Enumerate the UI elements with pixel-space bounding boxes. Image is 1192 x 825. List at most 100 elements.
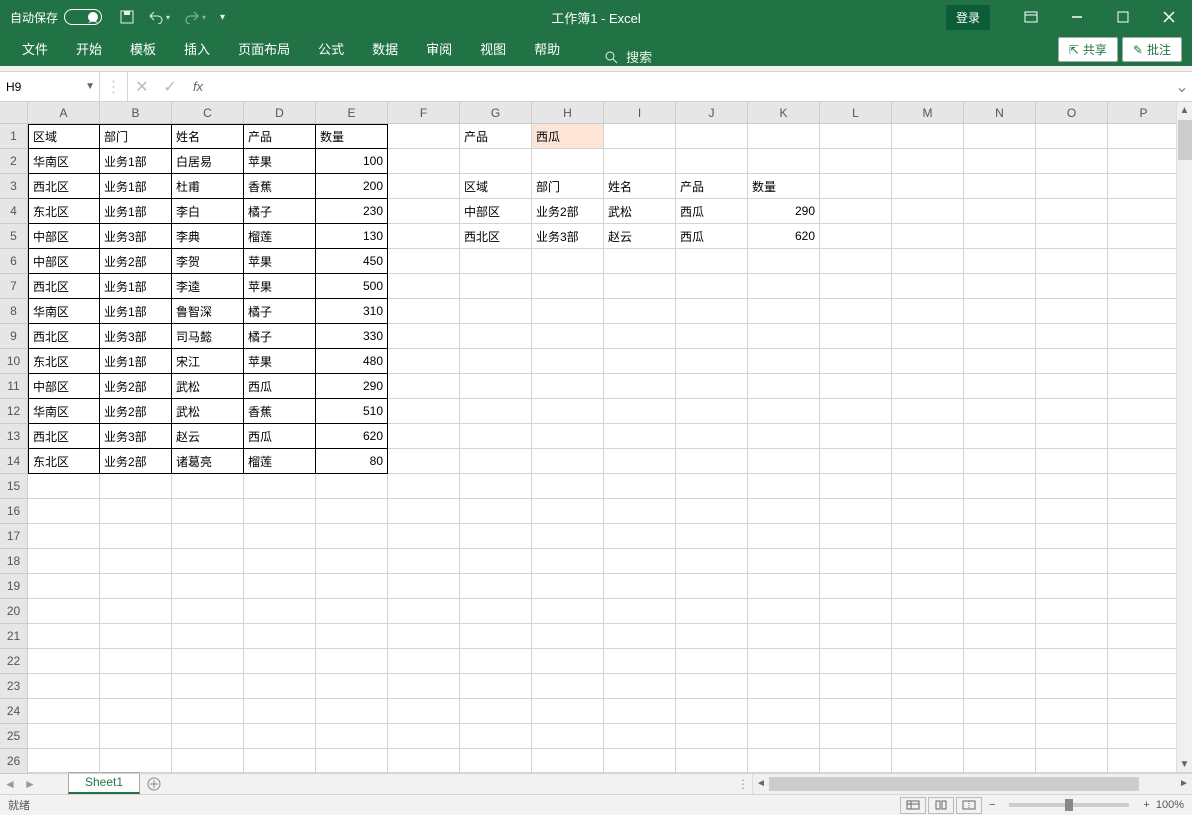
cell-A7[interactable]: 西北区 [28, 274, 100, 299]
redo-button[interactable]: ▾ [184, 10, 206, 24]
sheet-nav-next[interactable]: ► [20, 773, 40, 794]
cell-L20[interactable] [820, 599, 892, 624]
row-header-5[interactable]: 5 [0, 224, 27, 249]
column-headers[interactable]: ABCDEFGHIJKLMNOPQ [28, 102, 1192, 124]
cell-P23[interactable] [1108, 674, 1180, 699]
cell-B10[interactable]: 业务1部 [100, 349, 172, 374]
cell-P1[interactable] [1108, 124, 1180, 149]
cell-K26[interactable] [748, 749, 820, 774]
share-button[interactable]: ⇱共享 [1058, 37, 1118, 62]
cell-E25[interactable] [316, 724, 388, 749]
cell-N8[interactable] [964, 299, 1036, 324]
cell-N7[interactable] [964, 274, 1036, 299]
cell-P2[interactable] [1108, 149, 1180, 174]
cell-C16[interactable] [172, 499, 244, 524]
cell-C21[interactable] [172, 624, 244, 649]
cell-K21[interactable] [748, 624, 820, 649]
cell-F22[interactable] [388, 649, 460, 674]
cell-C6[interactable]: 李贺 [172, 249, 244, 274]
cell-E10[interactable]: 480 [316, 349, 388, 374]
cell-F19[interactable] [388, 574, 460, 599]
cell-P12[interactable] [1108, 399, 1180, 424]
cell-F20[interactable] [388, 599, 460, 624]
cell-H23[interactable] [532, 674, 604, 699]
cell-C1[interactable]: 姓名 [172, 124, 244, 149]
cell-H18[interactable] [532, 549, 604, 574]
cell-I14[interactable] [604, 449, 676, 474]
row-header-2[interactable]: 2 [0, 149, 27, 174]
cell-K7[interactable] [748, 274, 820, 299]
cell-N6[interactable] [964, 249, 1036, 274]
cell-G19[interactable] [460, 574, 532, 599]
cell-J2[interactable] [676, 149, 748, 174]
cell-D11[interactable]: 西瓜 [244, 374, 316, 399]
cell-B1[interactable]: 部门 [100, 124, 172, 149]
row-header-1[interactable]: 1 [0, 124, 27, 149]
cell-I9[interactable] [604, 324, 676, 349]
cell-I25[interactable] [604, 724, 676, 749]
cell-L6[interactable] [820, 249, 892, 274]
cell-H25[interactable] [532, 724, 604, 749]
splitter-grip[interactable]: ⋮ [734, 773, 752, 794]
row-header-16[interactable]: 16 [0, 499, 27, 524]
cell-J5[interactable]: 西瓜 [676, 224, 748, 249]
cell-N3[interactable] [964, 174, 1036, 199]
cell-N5[interactable] [964, 224, 1036, 249]
cell-B3[interactable]: 业务1部 [100, 174, 172, 199]
cell-J18[interactable] [676, 549, 748, 574]
cell-F14[interactable] [388, 449, 460, 474]
minimize-button[interactable] [1054, 0, 1100, 34]
qat-customize-icon[interactable]: ▾ [220, 12, 225, 23]
cell-K17[interactable] [748, 524, 820, 549]
cell-O15[interactable] [1036, 474, 1108, 499]
cell-H13[interactable] [532, 424, 604, 449]
cell-L23[interactable] [820, 674, 892, 699]
cell-N16[interactable] [964, 499, 1036, 524]
cell-O13[interactable] [1036, 424, 1108, 449]
cell-F1[interactable] [388, 124, 460, 149]
col-header-I[interactable]: I [604, 102, 676, 123]
cell-H9[interactable] [532, 324, 604, 349]
cell-D7[interactable]: 苹果 [244, 274, 316, 299]
cell-K3[interactable]: 数量 [748, 174, 820, 199]
col-header-F[interactable]: F [388, 102, 460, 123]
col-header-H[interactable]: H [532, 102, 604, 123]
cell-H24[interactable] [532, 699, 604, 724]
cell-E4[interactable]: 230 [316, 199, 388, 224]
row-header-19[interactable]: 19 [0, 574, 27, 599]
cell-G15[interactable] [460, 474, 532, 499]
cell-P24[interactable] [1108, 699, 1180, 724]
cancel-icon[interactable]: ✕ [128, 72, 156, 101]
cell-B8[interactable]: 业务1部 [100, 299, 172, 324]
cell-H19[interactable] [532, 574, 604, 599]
cell-P26[interactable] [1108, 749, 1180, 774]
cell-O10[interactable] [1036, 349, 1108, 374]
cell-D20[interactable] [244, 599, 316, 624]
zoom-level[interactable]: 100% [1156, 799, 1184, 811]
cell-M10[interactable] [892, 349, 964, 374]
cell-J4[interactable]: 西瓜 [676, 199, 748, 224]
cell-I8[interactable] [604, 299, 676, 324]
cell-M15[interactable] [892, 474, 964, 499]
cell-D9[interactable]: 橘子 [244, 324, 316, 349]
cell-C12[interactable]: 武松 [172, 399, 244, 424]
cell-E21[interactable] [316, 624, 388, 649]
cell-L8[interactable] [820, 299, 892, 324]
login-button[interactable]: 登录 [946, 5, 990, 30]
undo-button[interactable]: ▾ [148, 10, 170, 24]
cell-F21[interactable] [388, 624, 460, 649]
cell-C5[interactable]: 李典 [172, 224, 244, 249]
cell-N12[interactable] [964, 399, 1036, 424]
cell-B24[interactable] [100, 699, 172, 724]
cell-N21[interactable] [964, 624, 1036, 649]
cell-O24[interactable] [1036, 699, 1108, 724]
cell-O23[interactable] [1036, 674, 1108, 699]
cell-D24[interactable] [244, 699, 316, 724]
cell-M8[interactable] [892, 299, 964, 324]
cell-H16[interactable] [532, 499, 604, 524]
tab-help[interactable]: 帮助 [520, 33, 574, 66]
col-header-D[interactable]: D [244, 102, 316, 123]
cell-D14[interactable]: 榴莲 [244, 449, 316, 474]
cell-G12[interactable] [460, 399, 532, 424]
cell-L2[interactable] [820, 149, 892, 174]
